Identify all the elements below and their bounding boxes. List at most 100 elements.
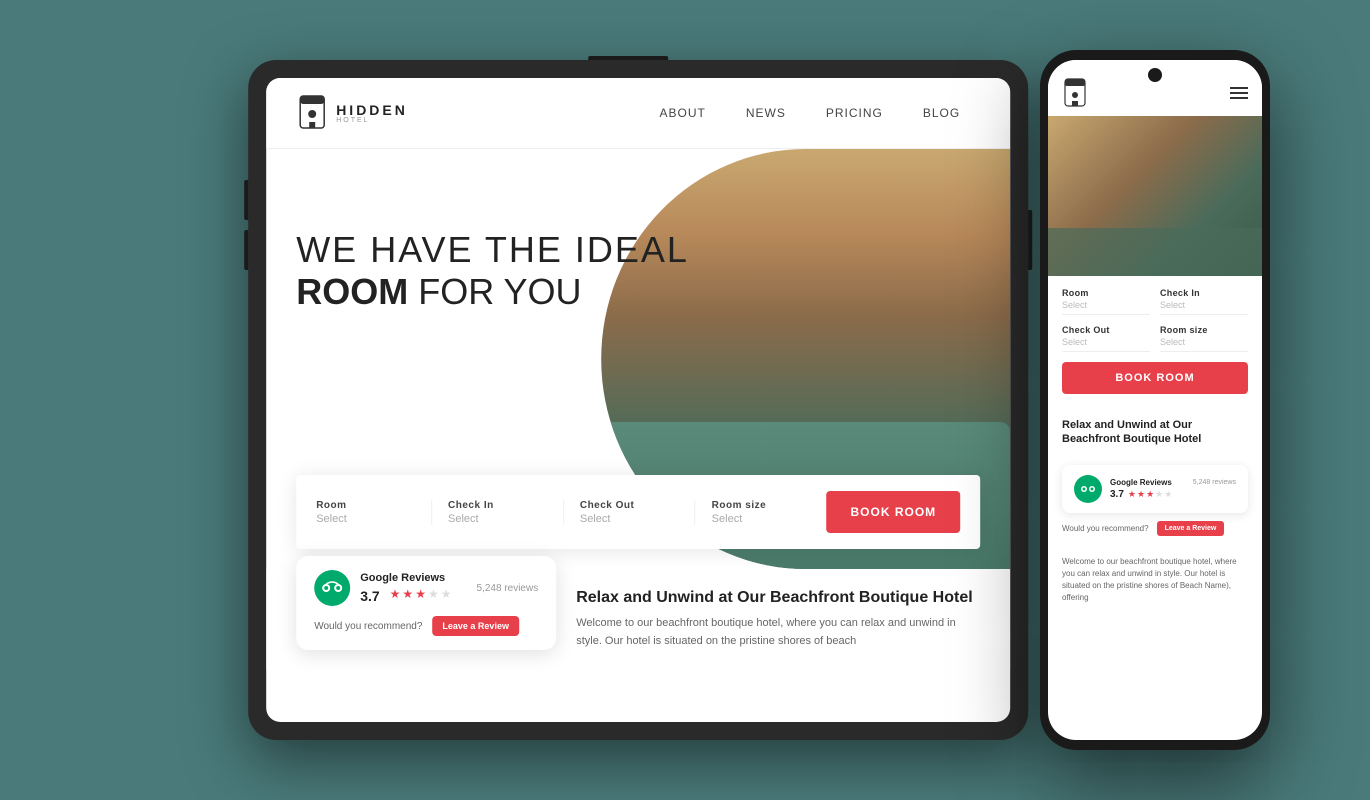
review-bottom: Would you recommend? Leave a Review (314, 616, 538, 636)
review-stars: ★ ★ ★ ★ ★ (390, 587, 452, 602)
phone-star-2: ★ (1137, 489, 1145, 500)
nav-about[interactable]: ABOUT (659, 106, 705, 120)
booking-bar: Room Select Check In Select Check Out Se… (296, 475, 980, 549)
booking-field-room: Room Select (316, 500, 432, 525)
brand-name: HIDDEN (336, 103, 408, 117)
tripadvisor-icon (314, 570, 350, 606)
phone-review-count: 5,248 reviews (1193, 479, 1236, 486)
nav-news[interactable]: NEWS (746, 106, 786, 120)
phone-booking-grid: Room Select Check In Select Check Out Se… (1062, 288, 1248, 352)
booking-field-roomsize: Room size Select (696, 500, 827, 525)
logo-text: HIDDEN HOTEL (336, 103, 408, 124)
tablet-side-button-right (1028, 210, 1032, 270)
review-count: 5,248 reviews (476, 583, 538, 594)
phone-tripadvisor-icon (1074, 475, 1102, 503)
phone-field-checkout: Check Out Select (1062, 325, 1150, 352)
logo-icon (296, 94, 328, 132)
hamburger-line-3 (1230, 97, 1248, 99)
phone-device: Room Select Check In Select Check Out Se… (1040, 50, 1270, 750)
hero-title-bold: ROOM (296, 271, 408, 312)
phone-roomsize-value[interactable]: Select (1160, 337, 1248, 352)
phone-review-source: Google Reviews (1110, 478, 1172, 487)
leave-review-button[interactable]: Leave a Review (432, 616, 519, 636)
phone-review-card: Google Reviews 5,248 reviews 3.7 ★ ★ ★ ★… (1062, 465, 1248, 513)
star-2: ★ (402, 587, 413, 602)
checkout-label: Check Out (580, 500, 679, 511)
phone-recommend-row: Would you recommend? Leave a Review (1062, 521, 1248, 536)
review-rating: 3.7 (360, 588, 379, 604)
phone-field-roomsize: Room size Select (1160, 325, 1248, 352)
hero-title-line1: WE HAVE THE IDEAL (296, 229, 689, 271)
tablet-top-button (588, 56, 668, 60)
hero-section: WE HAVE THE IDEAL ROOM FOR YOU Room Sele… (266, 149, 1010, 569)
hamburger-line-1 (1230, 87, 1248, 89)
phone-roomsize-label: Room size (1160, 325, 1248, 335)
room-value[interactable]: Select (316, 513, 415, 525)
tablet-device: HIDDEN HOTEL ABOUT NEWS PRICING BLOG WE … (248, 60, 1028, 740)
roomsize-label: Room size (712, 500, 811, 511)
star-1: ★ (390, 587, 401, 602)
phone-room-value[interactable]: Select (1062, 300, 1150, 315)
phone-description: Relax and Unwind at Our Beachfront Bouti… (1048, 406, 1262, 465)
phone-hero-image (1048, 116, 1262, 276)
star-5: ★ (441, 587, 452, 602)
star-4: ★ (428, 587, 439, 602)
room-label: Room (316, 500, 415, 511)
review-source-block: Google Reviews 3.7 ★ ★ ★ ★ ★ (360, 572, 451, 604)
phone-logo-icon (1062, 78, 1088, 108)
hero-title-line2: ROOM FOR YOU (296, 271, 689, 313)
review-top: Google Reviews 3.7 ★ ★ ★ ★ ★ (314, 570, 538, 606)
star-3: ★ (415, 587, 426, 602)
logo-area: HIDDEN HOTEL (296, 94, 408, 132)
tablet-side-button-2 (244, 230, 248, 270)
checkout-value[interactable]: Select (580, 513, 679, 525)
phone-leave-review-button[interactable]: Leave a Review (1157, 521, 1225, 536)
tablet-side-button-1 (244, 180, 248, 220)
nav-blog[interactable]: BLOG (923, 106, 960, 120)
site-nav: ABOUT NEWS PRICING BLOG (659, 106, 960, 120)
nav-pricing[interactable]: PRICING (826, 106, 883, 120)
booking-field-checkin: Check In Select (432, 500, 564, 525)
phone-screen: Room Select Check In Select Check Out Se… (1048, 60, 1262, 740)
phone-desc-title: Relax and Unwind at Our Beachfront Bouti… (1062, 418, 1248, 447)
below-fold: Google Reviews 3.7 ★ ★ ★ ★ ★ (266, 569, 1010, 670)
phone-star-3: ★ (1146, 489, 1154, 500)
phone-checkin-value[interactable]: Select (1160, 300, 1248, 315)
hamburger-menu[interactable] (1230, 87, 1248, 99)
phone-body-paragraph: Welcome to our beachfront boutique hotel… (1062, 556, 1248, 604)
phone-review-rating: 3.7 (1110, 489, 1124, 500)
hero-text: WE HAVE THE IDEAL ROOM FOR YOU (296, 229, 689, 313)
phone-review-info: Google Reviews 5,248 reviews 3.7 ★ ★ ★ ★… (1110, 478, 1236, 500)
phone-star-1: ★ (1128, 489, 1136, 500)
phone-recommend-text: Would you recommend? (1062, 524, 1149, 533)
phone-booking: Room Select Check In Select Check Out Se… (1048, 276, 1262, 406)
book-room-button[interactable]: BOOK ROOM (827, 491, 961, 533)
phone-field-room: Room Select (1062, 288, 1150, 315)
phone-camera (1148, 68, 1162, 82)
phone-book-room-button[interactable]: BOOK ROOM (1062, 362, 1248, 394)
review-card: Google Reviews 3.7 ★ ★ ★ ★ ★ (296, 556, 556, 650)
phone-body-text: Welcome to our beachfront boutique hotel… (1048, 544, 1262, 616)
booking-field-checkout: Check Out Select (564, 500, 696, 525)
review-source-label: Google Reviews (360, 572, 451, 584)
phone-field-checkin: Check In Select (1160, 288, 1248, 315)
phone-checkin-label: Check In (1160, 288, 1248, 298)
checkin-value[interactable]: Select (448, 513, 547, 525)
phone-star-5: ★ (1164, 489, 1172, 500)
phone-star-4: ★ (1155, 489, 1163, 500)
phone-checkout-value[interactable]: Select (1062, 337, 1150, 352)
phone-checkout-label: Check Out (1062, 325, 1150, 335)
phone-review-stars: ★ ★ ★ ★ ★ (1128, 489, 1172, 500)
phone-room-label: Room (1062, 288, 1150, 298)
section-text: Welcome to our beachfront boutique hotel… (576, 615, 980, 650)
tablet-website: HIDDEN HOTEL ABOUT NEWS PRICING BLOG WE … (266, 78, 1010, 722)
hamburger-line-2 (1230, 92, 1248, 94)
section-title: Relax and Unwind at Our Beachfront Bouti… (576, 589, 980, 607)
brand-subtitle: HOTEL (336, 117, 408, 124)
hero-title-rest: FOR YOU (408, 271, 581, 312)
site-header: HIDDEN HOTEL ABOUT NEWS PRICING BLOG (266, 78, 1010, 149)
checkin-label: Check In (448, 500, 547, 511)
recommend-text: Would you recommend? (314, 621, 422, 632)
roomsize-value[interactable]: Select (712, 513, 811, 525)
tablet-screen: HIDDEN HOTEL ABOUT NEWS PRICING BLOG WE … (266, 78, 1010, 722)
